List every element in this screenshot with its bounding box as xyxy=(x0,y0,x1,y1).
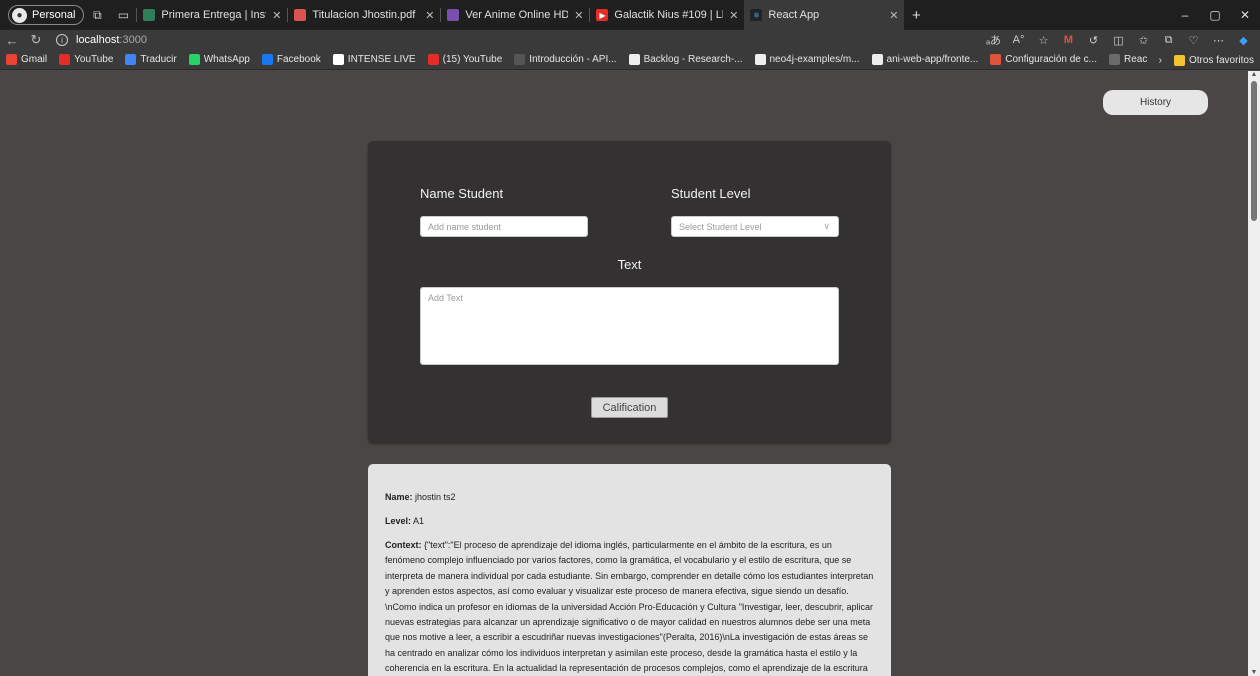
read-aloud-icon[interactable]: A° xyxy=(1006,34,1031,46)
bookmark-item[interactable]: Configuración de c... xyxy=(984,54,1103,65)
close-window-icon[interactable]: ✕ xyxy=(1230,0,1260,30)
folder-icon xyxy=(1173,54,1185,66)
bookmark-item[interactable]: ani-web-app/fronte... xyxy=(866,54,985,65)
bookmark-item[interactable]: neo4j-examples/m... xyxy=(749,54,866,65)
favorites-icon[interactable]: ✩ xyxy=(1131,34,1156,47)
bookmark-item[interactable]: Traducir xyxy=(119,54,182,65)
more-icon[interactable]: ⋯ xyxy=(1206,34,1231,47)
close-icon[interactable]: ✕ xyxy=(574,9,583,22)
bookmark-icon xyxy=(261,54,273,65)
scroll-up-icon[interactable]: ▲ xyxy=(1248,71,1260,78)
workspaces-icon[interactable]: ⧉ xyxy=(84,8,110,23)
chevron-right-icon[interactable]: › xyxy=(1153,55,1168,66)
url-field[interactable]: i localhost:3000 xyxy=(56,34,147,46)
bookmark-item[interactable]: Facebook xyxy=(256,54,327,65)
student-form-card: Name Student Student Level Add name stud… xyxy=(368,141,891,443)
result-card: Name: jhostin ts2 Level: A1 Context: {"t… xyxy=(368,464,891,676)
tab-react-app[interactable]: ⚛ React App ✕ xyxy=(744,0,905,30)
pdf-icon xyxy=(294,9,307,21)
chevron-down-icon: ∨ xyxy=(823,221,830,231)
bookmark-item[interactable]: (15) YouTube xyxy=(422,54,509,65)
bookmark-icon xyxy=(1108,54,1120,65)
close-icon[interactable]: ✕ xyxy=(889,9,898,22)
result-context: Context: {"text":"El proceso de aprendiz… xyxy=(385,540,874,674)
address-bar: ← ↻ i localhost:3000 ₐあ A° ☆ M ↺ ◫ ✩ ⧉ ♡… xyxy=(0,30,1260,50)
new-tab-button[interactable]: + xyxy=(904,7,928,24)
collections-icon[interactable]: ⧉ xyxy=(1156,34,1181,47)
anime-icon xyxy=(447,9,460,21)
result-level: Level: A1 xyxy=(385,516,425,526)
bookmark-icon xyxy=(125,54,137,65)
split-screen-icon[interactable]: ◫ xyxy=(1106,34,1131,47)
name-student-input[interactable]: Add name student xyxy=(420,216,588,237)
scrollbar-thumb[interactable] xyxy=(1251,81,1257,221)
tab-actions-icon[interactable]: ▭ xyxy=(110,8,136,22)
bookmark-icon xyxy=(628,54,640,65)
bookmark-item[interactable]: Introducción - API... xyxy=(508,54,622,65)
bookmark-item[interactable]: WhatsApp xyxy=(183,54,256,65)
bookmark-icon xyxy=(871,54,883,65)
text-area[interactable]: Add Text xyxy=(420,287,839,365)
profile-label: Personal xyxy=(32,9,76,21)
copilot-icon[interactable]: ◆ xyxy=(1231,34,1256,47)
react-icon: ⚛ xyxy=(750,9,763,21)
bookmark-item[interactable]: Gmail xyxy=(0,54,53,65)
bookmark-icon xyxy=(59,54,71,65)
performance-icon[interactable]: ♡ xyxy=(1181,34,1206,47)
translate-icon[interactable]: ₐあ xyxy=(981,32,1006,48)
minimize-icon[interactable]: – xyxy=(1170,0,1200,30)
bookmark-item[interactable]: Backlog - Research-... xyxy=(623,54,749,65)
tab-titulacion-pdf[interactable]: Titulacion Jhostin.pdf ✕ xyxy=(288,0,440,30)
close-icon[interactable]: ✕ xyxy=(729,9,738,22)
bookmark-icon xyxy=(6,54,17,65)
extension-icon[interactable]: M xyxy=(1056,34,1081,46)
tab-primera-entrega[interactable]: Primera Entrega | Instituto Sudan ✕ xyxy=(137,0,287,30)
close-icon[interactable]: ✕ xyxy=(272,9,281,22)
favorite-star-icon[interactable]: ☆ xyxy=(1031,34,1056,47)
reload-icon[interactable]: ↻ xyxy=(24,32,48,48)
calification-button[interactable]: Calification xyxy=(591,397,668,418)
url-port: :3000 xyxy=(119,34,147,46)
bookmark-icon xyxy=(754,54,766,65)
leaf-icon xyxy=(143,9,156,21)
scroll-down-icon[interactable]: ▼ xyxy=(1248,669,1260,676)
tab-anime[interactable]: Ver Anime Online HD — AnimeF ✕ xyxy=(441,0,589,30)
other-bookmarks[interactable]: › Otros favoritos xyxy=(1146,50,1260,69)
bookmark-icon xyxy=(332,54,344,65)
student-level-label: Student Level xyxy=(671,186,751,201)
bookmark-icon xyxy=(427,54,439,65)
bookmark-item[interactable]: YouTube xyxy=(53,54,119,65)
back-icon[interactable]: ← xyxy=(0,33,24,48)
youtube-icon: ▶ xyxy=(596,9,609,21)
bookmarks-bar: Gmail YouTube Traducir WhatsApp Facebook INTE… xyxy=(0,50,1260,70)
bookmark-icon xyxy=(990,54,1002,65)
profile-button[interactable]: ● Personal xyxy=(8,5,85,25)
avatar-icon: ● xyxy=(12,7,27,23)
toolbar-icons: ₐあ A° ☆ M ↺ ◫ ✩ ⧉ ♡ ⋯ ◆ xyxy=(981,30,1256,50)
close-icon[interactable]: ✕ xyxy=(425,9,434,22)
url-host: localhost xyxy=(76,34,120,46)
text-label: Text xyxy=(617,257,642,272)
page-viewport: History Name Student Student Level Add n… xyxy=(0,71,1248,676)
bookmark-item[interactable]: INTENSE LIVE xyxy=(327,54,422,65)
window-controls: – ▢ ✕ xyxy=(1170,0,1260,30)
bookmark-icon xyxy=(188,54,200,65)
result-name: Name: jhostin ts2 xyxy=(385,492,456,502)
name-student-label: Name Student xyxy=(420,186,504,201)
student-level-select[interactable]: Select Student Level ∨ xyxy=(671,216,839,237)
bookmark-icon xyxy=(514,54,526,65)
history-button[interactable]: History xyxy=(1103,90,1208,115)
info-icon[interactable]: i xyxy=(56,34,68,46)
restore-icon[interactable]: ▢ xyxy=(1200,0,1230,30)
page-scrollbar[interactable]: ▲ ▼ xyxy=(1248,71,1260,676)
tab-galactik[interactable]: ▶ Galactik Nius #109 | Llega borra ✕ xyxy=(590,0,744,30)
browser-tab-bar: ● Personal ⧉ ▭ Primera Entrega | Institu… xyxy=(0,0,1260,30)
refresh-extension-icon[interactable]: ↺ xyxy=(1081,34,1106,47)
